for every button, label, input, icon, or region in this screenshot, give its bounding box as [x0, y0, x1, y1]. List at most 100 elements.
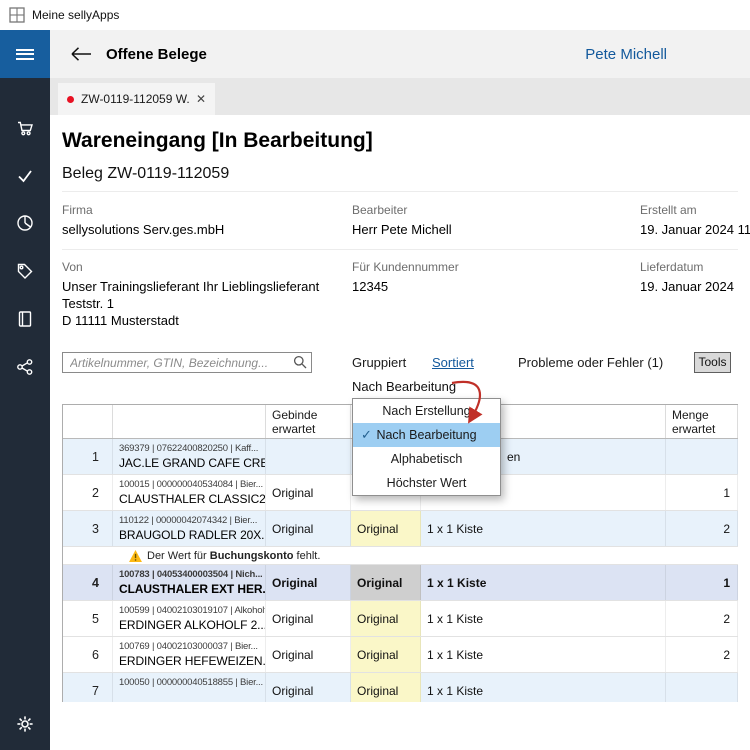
title-bar: Meine sellyApps [0, 0, 750, 30]
window-title: Meine sellyApps [32, 0, 119, 30]
gebinde-expected-cell: Original [266, 565, 351, 600]
gebinde-expected-cell: Original [266, 637, 351, 672]
app-icon [9, 7, 25, 23]
firma-value: sellysolutions Serv.ges.mbH [62, 221, 224, 238]
row-number: 1 [63, 439, 113, 474]
document-number: Beleg ZW-0119-112059 [62, 165, 229, 183]
dropdown-item-label: Höchster Wert [387, 476, 467, 490]
tools-button[interactable]: Tools [694, 352, 731, 373]
divider [62, 191, 738, 192]
article-cell: 100599 | 04002103019107 | Alkoholfr...ER… [113, 601, 266, 636]
firma-label: Firma [62, 203, 93, 217]
menge-expected-cell: 2 [666, 511, 738, 546]
sidebar-item-reports[interactable] [0, 199, 50, 247]
lieferdatum-label: Lieferdatum [640, 260, 703, 274]
dropdown-item-label: Alphabetisch [391, 452, 463, 466]
table-row[interactable]: 3110122 | 00000042074342 | Bier...BRAUGO… [63, 511, 738, 547]
article-name: CLAUSTHALER EXT HER... [119, 582, 259, 596]
cart-icon [16, 119, 34, 136]
check-icon [16, 167, 34, 184]
sidebar-item-prices[interactable] [0, 247, 50, 295]
erstellt-am-label: Erstellt am [640, 203, 697, 217]
article-cell: 369379 | 07622400820250 | Kaff... JAC.LE … [113, 439, 266, 474]
article-cell: 100769 | 04002103000037 | Bier...ERDINGE… [113, 637, 266, 672]
quantity-cell: 1 x 1 Kiste [421, 565, 666, 600]
article-code: 100050 | 000000040518855 | Bier... [119, 677, 259, 688]
gebinde-counted-cell[interactable]: Original [351, 637, 421, 672]
bearbeiter-label: Bearbeiter [352, 203, 407, 217]
warning-text: Der Wert für Buchungskonto fehlt. [147, 550, 320, 562]
article-code: 100015 | 000000040534084 | Bier... [119, 479, 259, 490]
header-title: Offene Belege [106, 46, 207, 63]
search-box [62, 352, 312, 373]
dropdown-item-label: Nach Erstellung [382, 404, 470, 418]
sortiert-button[interactable]: Sortiert [432, 355, 474, 370]
quantity-cell: 1 x 1 Kiste [421, 601, 666, 636]
gebinde-expected-cell: Original [266, 673, 351, 702]
search-icon[interactable] [293, 355, 307, 374]
sidebar-icon-list [0, 78, 50, 391]
row-number: 3 [63, 511, 113, 546]
article-cell: 110122 | 00000042074342 | Bier...BRAUGOL… [113, 511, 266, 546]
tab-label: ZW-0119-112059 W... [81, 92, 190, 106]
gebinde-counted-cell[interactable]: Original [351, 511, 421, 546]
gruppiert-button[interactable]: Gruppiert [352, 355, 406, 370]
header-gebinde-erwartet: Gebinde erwartet [266, 405, 351, 438]
sidebar-item-tasks[interactable] [0, 151, 50, 199]
table-row[interactable]: 6100769 | 04002103000037 | Bier...ERDING… [63, 637, 738, 673]
menu-button[interactable] [0, 30, 50, 78]
settings-button[interactable] [0, 706, 50, 742]
sidebar-item-cart[interactable] [0, 103, 50, 151]
article-cell: 100050 | 000000040518855 | Bier... [113, 673, 266, 702]
search-input[interactable] [62, 352, 312, 373]
settings-gear-icon [16, 715, 34, 733]
menge-expected-cell: 2 [666, 601, 738, 636]
main-content: Wareneingang [In Bearbeitung] Beleg ZW-0… [50, 115, 750, 750]
table-row[interactable]: 7100050 | 000000040518855 | Bier...Origi… [63, 673, 738, 702]
header-menge-erwartet: Menge erwartet [666, 405, 738, 438]
bearbeiter-value: Herr Pete Michell [352, 221, 452, 238]
article-name: BRAUGOLD RADLER 20X... [119, 528, 259, 542]
article-code: 369379 | 07622400820250 | Kaff... [119, 443, 259, 454]
gebinde-expected-cell [266, 439, 351, 474]
warning-icon [129, 550, 142, 562]
sort-mode-trigger[interactable]: Nach Bearbeitung [352, 379, 456, 394]
sort-dropdown: Nach Erstellung ✓Nach Bearbeitung Alphabet… [352, 398, 501, 496]
article-cell: 100015 | 000000040534084 | Bier...CLAUST… [113, 475, 266, 510]
table-row[interactable]: 5100599 | 04002103019107 | Alkoholfr...E… [63, 601, 738, 637]
probleme-oder-fehler-button[interactable]: Probleme oder Fehler (1) [518, 355, 663, 370]
warning-row: Der Wert für Buchungskonto fehlt. [63, 547, 738, 565]
gebinde-counted-cell[interactable]: Original [351, 601, 421, 636]
menge-expected-cell: 1 [666, 475, 738, 510]
tab-close-icon[interactable]: ✕ [196, 92, 206, 106]
row-number: 6 [63, 637, 113, 672]
gebinde-expected-cell: Original [266, 475, 351, 510]
article-cell: 100783 | 04053400003504 | Nich...CLAUSTH… [113, 565, 266, 600]
dropdown-item[interactable]: Höchster Wert [353, 471, 500, 495]
dropdown-item[interactable]: ✓Nach Bearbeitung [353, 423, 500, 447]
gebinde-counted-cell[interactable]: Original [351, 673, 421, 702]
gebinde-counted-cell[interactable]: Original [351, 565, 421, 600]
page-title: Wareneingang [In Bearbeitung] [62, 129, 373, 153]
divider [62, 249, 738, 250]
back-button[interactable] [70, 45, 94, 63]
page-header: Offene Belege Pete Michell [50, 30, 750, 78]
unsaved-dot-icon [67, 96, 74, 103]
dropdown-item[interactable]: Alphabetisch [353, 447, 500, 471]
menge-expected-cell: 1 [666, 565, 738, 600]
lieferdatum-value: 19. Januar 2024 [640, 278, 734, 295]
share-icon [16, 358, 34, 376]
article-name: JAC.LE GRAND CAFE CRE... [119, 456, 259, 470]
menge-expected-cell [666, 673, 738, 702]
tab-strip: ZW-0119-112059 W... ✕ [50, 78, 750, 115]
sidebar-item-share[interactable] [0, 343, 50, 391]
back-arrow-icon [70, 46, 92, 62]
article-code: 100769 | 04002103000037 | Bier... [119, 641, 259, 652]
sidebar-item-catalog[interactable] [0, 295, 50, 343]
dropdown-item[interactable]: Nach Erstellung [353, 399, 500, 423]
document-tab[interactable]: ZW-0119-112059 W... ✕ [58, 83, 215, 115]
user-name-link[interactable]: Pete Michell [585, 46, 667, 63]
table-row[interactable]: 4100783 | 04053400003504 | Nich...CLAUST… [63, 565, 738, 601]
row-number: 5 [63, 601, 113, 636]
article-name: ERDINGER ALKOHOLF 2... [119, 618, 259, 632]
